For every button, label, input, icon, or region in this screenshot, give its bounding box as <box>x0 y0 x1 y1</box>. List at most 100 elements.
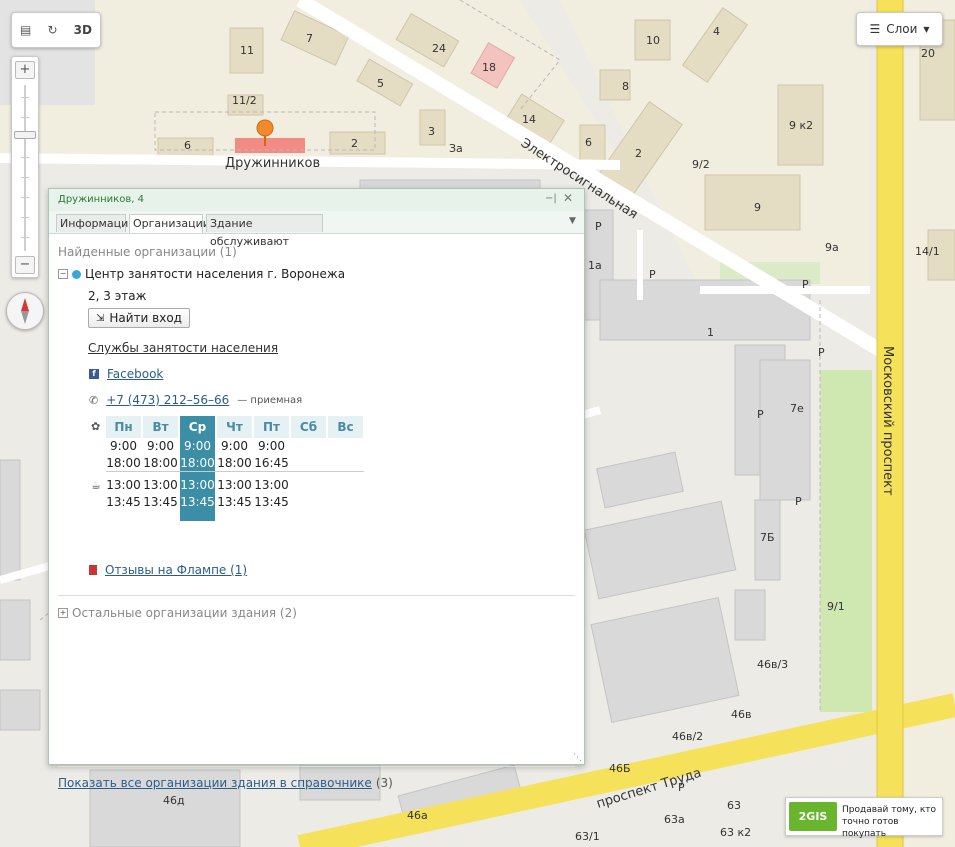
svg-text:10: 10 <box>646 34 660 47</box>
facebook-link[interactable]: Facebook <box>107 367 163 381</box>
svg-text:46в/3: 46в/3 <box>757 658 788 671</box>
pin-icon[interactable]: −| <box>545 193 557 204</box>
svg-text:63: 63 <box>727 799 741 812</box>
park <box>820 370 872 712</box>
tab-organizations[interactable]: Организации <box>129 214 210 233</box>
section-divider <box>58 595 575 596</box>
svg-text:46Б: 46Б <box>609 762 631 775</box>
zoom-control: + − <box>11 56 39 278</box>
compass-icon[interactable] <box>6 292 44 330</box>
map-toolbar: ▤ ↻ 3D <box>11 12 101 48</box>
zoom-tick <box>21 157 29 158</box>
svg-text:Р: Р <box>802 278 809 291</box>
tab-information[interactable]: Информация <box>56 214 135 232</box>
lunch-icon: ☕ <box>91 479 101 492</box>
svg-text:8: 8 <box>622 80 629 93</box>
3d-button[interactable]: 3D <box>74 23 92 37</box>
schedule-cell-work-to: 18:00 <box>217 456 252 470</box>
svg-text:46а: 46а <box>407 809 428 822</box>
schedule-cell-work-to: 18:00 <box>180 455 215 472</box>
entrance-icon: ⇲ <box>96 312 105 324</box>
zoom-in-button[interactable]: + <box>15 61 35 79</box>
schedule-cell-work-from: 9:00 <box>180 438 215 455</box>
ruler-icon[interactable]: ▤ <box>20 23 31 37</box>
expand-icon[interactable]: + <box>58 608 68 618</box>
svg-text:63а: 63а <box>664 813 685 826</box>
tabs-menu-icon[interactable]: ▼ <box>569 216 576 226</box>
svg-text:7е: 7е <box>790 402 804 415</box>
flamp-reviews-link[interactable]: Отзывы на Флампе (1) <box>105 563 247 577</box>
schedule-day-header: Ср <box>180 416 216 438</box>
svg-text:Р: Р <box>595 220 602 233</box>
svg-text:1: 1 <box>707 326 714 339</box>
svg-text:46в/2: 46в/2 <box>672 730 703 743</box>
svg-text:11/2: 11/2 <box>232 94 257 107</box>
svg-text:Р: Р <box>757 408 764 421</box>
schedule-cell-lunch-to: 13:45 <box>180 494 215 511</box>
svg-text:9: 9 <box>754 201 761 214</box>
tab-building-services[interactable]: Здание обслуживают <box>206 214 323 248</box>
svg-text:2: 2 <box>351 137 358 150</box>
svg-text:18: 18 <box>482 61 496 74</box>
svg-text:Р: Р <box>818 346 825 359</box>
find-entrance-button[interactable]: ⇲ Найти вход <box>88 308 190 328</box>
svg-text:За: За <box>449 142 463 155</box>
phone-link[interactable]: +7 (473) 212–56–66 <box>106 393 229 407</box>
2gis-ad-banner[interactable]: 2GIS Продавай тому, кто точно готов поку… <box>785 797 943 839</box>
collapse-icon[interactable]: − <box>58 269 68 279</box>
svg-text:6: 6 <box>184 139 191 152</box>
panel-title: Дружинников, 4 <box>58 194 144 205</box>
schedule-day-header: Чт <box>217 416 253 438</box>
schedule-cell-lunch-to: 13:45 <box>254 495 289 509</box>
schedule-cell-lunch-to: 13:45 <box>106 495 141 509</box>
svg-text:63 к2: 63 к2 <box>720 826 751 839</box>
organizations-count: (3) <box>375 776 393 790</box>
street-label-moskovsky: Московский проспект <box>880 346 895 496</box>
schedule-cell-lunch-to: 13:45 <box>143 495 178 509</box>
svg-text:Р: Р <box>649 268 656 281</box>
svg-text:7Б: 7Б <box>760 531 775 544</box>
resize-icon[interactable]: ⋱ <box>573 753 582 763</box>
phone-note: — приемная <box>237 394 303 406</box>
zoom-tick <box>21 217 29 218</box>
zoom-tick <box>21 197 29 198</box>
svg-text:9/1: 9/1 <box>827 600 845 613</box>
svg-text:14: 14 <box>522 113 536 126</box>
rotate-icon[interactable]: ↻ <box>47 23 57 37</box>
svg-text:24: 24 <box>432 42 446 55</box>
zoom-tick <box>21 117 29 118</box>
selected-building[interactable] <box>235 138 305 153</box>
svg-text:5: 5 <box>377 77 384 90</box>
organization-pin-icon <box>72 269 81 279</box>
schedule-day-header: Пн <box>106 416 142 438</box>
panel-footer: Показать все организации здания в справо… <box>58 776 393 790</box>
svg-text:7: 7 <box>306 32 313 45</box>
category-link[interactable]: Службы занятости населения <box>88 341 278 355</box>
svg-text:Р: Р <box>795 495 802 508</box>
layers-button[interactable]: ☰ Слои ▼ <box>856 12 943 46</box>
svg-text:9 к2: 9 к2 <box>789 119 813 132</box>
schedule-divider <box>106 471 364 472</box>
ad-line-1: Продавай тому, кто <box>842 805 937 815</box>
find-entrance-label: Найти вход <box>109 311 182 325</box>
close-icon[interactable]: ✕ <box>563 191 573 205</box>
schedule-cell-lunch-from: 13:00 <box>143 478 178 492</box>
show-all-organizations-link[interactable]: Показать все организации здания в справо… <box>58 776 372 790</box>
layers-label: Слои <box>886 22 918 36</box>
zoom-tick <box>21 237 29 238</box>
svg-text:63/1: 63/1 <box>575 830 600 843</box>
organization-name[interactable]: Центр занятости населения г. Воронежа <box>85 267 345 281</box>
svg-text:14/1: 14/1 <box>915 245 940 258</box>
2gis-logo: 2GIS <box>789 802 837 831</box>
schedule-cell-work-to: 18:00 <box>143 456 178 470</box>
organization-floor: 2, 3 этаж <box>88 289 147 303</box>
svg-text:1а: 1а <box>588 259 602 272</box>
zoom-track[interactable] <box>24 85 26 251</box>
other-organizations-row[interactable]: + Остальные организации здания (2) <box>58 606 297 620</box>
other-organizations-label[interactable]: Остальные организации здания (2) <box>72 606 297 620</box>
zoom-out-button[interactable]: − <box>15 256 35 274</box>
schedule-cell-work-from: 9:00 <box>221 439 248 453</box>
zoom-slider-handle[interactable] <box>14 131 36 139</box>
street-label-druzhinnikov: Дружинников <box>225 156 320 171</box>
zoom-tick <box>21 177 29 178</box>
